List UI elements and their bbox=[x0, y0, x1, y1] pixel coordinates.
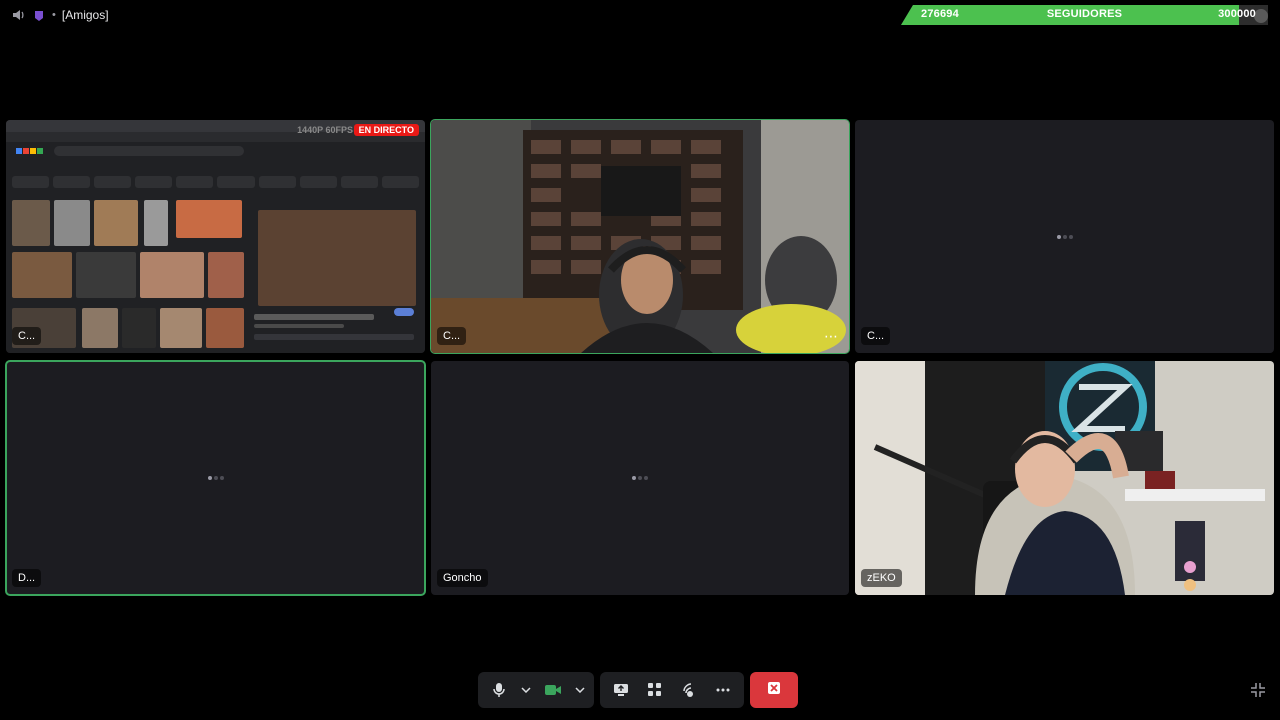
mic-group bbox=[478, 672, 594, 708]
camera-icon[interactable] bbox=[538, 675, 568, 705]
participant-name: C... bbox=[437, 327, 467, 345]
separator: • bbox=[52, 9, 56, 21]
speaker-icon[interactable] bbox=[12, 8, 26, 22]
top-bar: • [Amigos] 276694 SEGUIDORES 300000 bbox=[0, 0, 1280, 34]
activity-group bbox=[600, 672, 744, 708]
participant-name: zEKO bbox=[861, 569, 902, 587]
image-filter-chips bbox=[12, 176, 419, 188]
chevron-down-icon[interactable] bbox=[572, 675, 588, 705]
activities-icon[interactable] bbox=[640, 675, 670, 705]
call-controls bbox=[478, 672, 798, 708]
participant-tile-screenshare[interactable]: 1440P 60FPS EN DIRECTO C... bbox=[6, 120, 425, 353]
participant-tile-loading[interactable]: C... bbox=[855, 120, 1274, 353]
channel-header: • [Amigos] bbox=[12, 8, 109, 22]
app-icon bbox=[32, 8, 46, 22]
live-badge: EN DIRECTO bbox=[353, 124, 419, 136]
participant-name: C... bbox=[861, 327, 891, 345]
disconnect-icon bbox=[767, 681, 781, 700]
followers-label: SEGUIDORES bbox=[1046, 8, 1123, 20]
webcam-feed bbox=[431, 120, 849, 353]
screen-share-icon[interactable] bbox=[606, 675, 636, 705]
loading-indicator bbox=[1056, 234, 1073, 239]
microphone-icon[interactable] bbox=[484, 675, 514, 705]
loading-indicator bbox=[207, 476, 224, 480]
followers-goal: 300000 bbox=[1218, 8, 1256, 20]
more-icon[interactable] bbox=[708, 675, 738, 705]
search-box bbox=[54, 146, 244, 156]
loading-indicator bbox=[632, 476, 648, 480]
participant-tile-loading[interactable]: D... bbox=[5, 360, 426, 596]
participant-tile-webcam[interactable]: zEKO bbox=[855, 361, 1274, 595]
more-icon[interactable]: ⋯ bbox=[824, 328, 839, 345]
google-logo-icon bbox=[16, 148, 43, 154]
soundboard-icon[interactable] bbox=[674, 675, 704, 705]
shared-screen bbox=[6, 120, 425, 353]
followers-goal-widget: 276694 SEGUIDORES 300000 bbox=[901, 5, 1268, 25]
webcam-feed bbox=[855, 361, 1274, 595]
stream-resolution-label: 1440P 60FPS bbox=[297, 125, 353, 135]
participant-name: C... bbox=[12, 327, 42, 345]
exit-fullscreen-icon[interactable] bbox=[1250, 682, 1266, 703]
participant-name: D... bbox=[12, 569, 42, 587]
participant-tile-loading[interactable]: Goncho bbox=[431, 361, 849, 595]
channel-name: [Amigos] bbox=[61, 8, 109, 22]
disconnect-button[interactable] bbox=[750, 672, 798, 708]
chevron-down-icon[interactable] bbox=[518, 675, 534, 705]
participant-tile-webcam[interactable]: C... ⋯ bbox=[430, 119, 850, 354]
participant-name: Goncho bbox=[437, 569, 488, 587]
